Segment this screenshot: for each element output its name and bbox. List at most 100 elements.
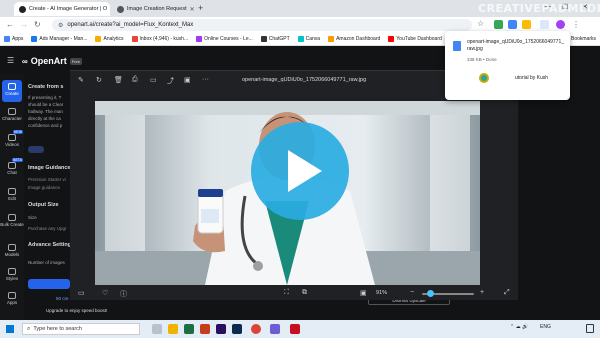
hamburger-icon[interactable]: ☰ [7, 56, 14, 65]
open-folder-icon[interactable] [479, 73, 489, 83]
bookmark-apps[interactable]: Apps [4, 36, 23, 42]
delete-icon[interactable]: 🗑 [114, 76, 123, 84]
extension-icon[interactable] [508, 20, 517, 29]
bookmark-item[interactable]: ChatGPT [260, 36, 290, 42]
favorite-icon[interactable]: ♡ [102, 289, 108, 297]
zoom-level[interactable]: 91% [376, 290, 387, 296]
edit-icon [8, 188, 16, 195]
notifications-icon[interactable] [586, 324, 594, 333]
input-language[interactable]: ENG [540, 324, 551, 330]
zoom-in-icon[interactable]: + [480, 289, 484, 296]
bookmark-item[interactable]: Amazon Dashboard [328, 36, 380, 42]
download-status: 338 KB • Done [467, 57, 497, 62]
nav-bulk-create[interactable]: Bulk Create [0, 214, 24, 227]
download-icon[interactable] [540, 20, 549, 29]
play-button[interactable] [251, 122, 349, 220]
openart-logo[interactable]: ∞ OpenArt Free [22, 56, 82, 66]
close-tab-icon[interactable]: ✕ [190, 6, 195, 13]
download-popup: openart-image_qUDiU0o_1752066049771_raw.… [445, 31, 570, 100]
nav-edit[interactable]: Edit [0, 188, 24, 201]
new-badge: NEW [12, 130, 23, 134]
nav-chat[interactable]: BETA Chat [0, 158, 24, 175]
prompt-box[interactable]: If presenting it, T should be a Clear ha… [28, 94, 72, 144]
extension-icon[interactable] [494, 20, 503, 29]
powerpoint-icon[interactable] [200, 324, 210, 334]
play-icon [288, 150, 322, 192]
left-nav: Create Character NEW Videos BETA Chat Edit… [0, 74, 24, 320]
nav-videos[interactable]: NEW Videos [0, 130, 24, 147]
bulk-create-icon [8, 214, 16, 221]
output-size-title: Output Size [28, 202, 59, 208]
url-text: openart.ai/create?ai_model=Flux_Kontext_… [67, 22, 194, 28]
folder-icon[interactable]: ▭ [150, 76, 157, 84]
more-icon[interactable]: ··· [202, 76, 209, 83]
windows-start-icon[interactable] [6, 325, 14, 333]
upgrade-text[interactable]: Upgrade to enjoy speed boost! [46, 308, 107, 313]
tray-icons[interactable]: ⌃ ☁ 🔊 [510, 324, 528, 330]
filmstrip-icon[interactable]: ▭ [78, 289, 85, 297]
site-info-icon[interactable]: ⚙ [58, 22, 63, 29]
tab-image-request[interactable]: Image Creation Request ✕ [112, 2, 196, 16]
bookmark-item[interactable]: Inbox (4,946) - kush... [131, 36, 188, 42]
print-icon[interactable]: ⎙ [132, 76, 138, 84]
apps-grid-icon [4, 36, 10, 42]
zoom-out-icon[interactable]: − [410, 289, 414, 296]
nav-create[interactable]: Create [2, 80, 22, 102]
bookmark-item[interactable]: Analytics [95, 36, 124, 42]
rotate-icon[interactable]: ↻ [96, 76, 102, 84]
back-icon[interactable]: ← [6, 20, 14, 29]
excel-icon[interactable] [184, 324, 194, 334]
info-icon[interactable]: ⓘ [120, 289, 127, 299]
chatgpt-icon [260, 36, 267, 42]
num-images-label: Number of images [28, 260, 65, 265]
forward-icon[interactable]: → [20, 20, 28, 29]
prompt-toggle[interactable] [28, 146, 44, 153]
zoom-slider-thumb[interactable] [427, 290, 434, 297]
bookmark-item[interactable]: YouTube Dashboard [388, 36, 442, 42]
file-explorer-icon[interactable] [168, 324, 178, 334]
slideshow-icon[interactable]: ▣ [184, 76, 191, 84]
edit-icon[interactable]: ✎ [78, 76, 84, 84]
download-file-name[interactable]: openart-image_qUDiU0o_1752066049771_raw.… [467, 39, 565, 52]
new-tab-icon[interactable]: + [198, 3, 203, 13]
fullscreen-icon[interactable]: ⤢ [504, 289, 510, 297]
chrome-icon[interactable] [251, 324, 261, 334]
app-red-icon[interactable] [290, 324, 300, 334]
image-guidance-desc: Precision Starter vi Image guidance [28, 177, 66, 190]
tab-openart[interactable]: Create - AI Image Generator | O ✕ [14, 2, 110, 16]
share-icon[interactable]: ⤴ [167, 76, 174, 86]
crop-icon[interactable]: ⛶ [284, 289, 289, 297]
url-field[interactable]: ⚙ openart.ai/create?ai_model=Flux_Kontex… [52, 19, 472, 31]
chat-icon [8, 162, 16, 169]
bookmark-item[interactable]: Canva [297, 36, 320, 42]
bookmark-item[interactable]: Ads Manager - Man... [31, 36, 87, 42]
bookmark-star-icon[interactable]: ☆ [477, 19, 484, 28]
menu-icon[interactable]: ⋮ [572, 20, 580, 29]
watermark: CREATIVEPADMEDIA [478, 2, 600, 15]
videos-icon [8, 134, 16, 141]
plan-badge: Free [69, 57, 82, 65]
extension-icon[interactable] [522, 20, 531, 29]
models-icon [8, 244, 16, 251]
task-view-icon[interactable] [152, 324, 162, 334]
profile-avatar[interactable] [556, 20, 565, 29]
nav-models[interactable]: Models [0, 244, 24, 257]
search-icon: ⌕ [27, 325, 31, 332]
premiere-icon[interactable] [216, 324, 226, 334]
taskbar-search[interactable]: ⌕ Type here to search [22, 323, 140, 335]
photoshop-icon[interactable] [232, 324, 242, 334]
viewer-title: openart-image_qUDiU0o_1752066049771_raw.… [242, 77, 367, 83]
image-size-icon[interactable]: ▣ [360, 289, 367, 297]
tab-title: Create - AI Image Generator | O [29, 6, 108, 12]
bookmark-item[interactable]: Online Courses - Le... [196, 36, 253, 42]
nav-character[interactable]: Character [0, 108, 24, 121]
reload-icon[interactable]: ↻ [34, 20, 41, 29]
nav-styles[interactable]: Styles [0, 268, 24, 281]
search-placeholder: Type here to search [33, 326, 82, 332]
tab-title: Image Creation Request [127, 6, 187, 12]
ocr-icon[interactable]: ⧉ [302, 289, 307, 297]
generate-button[interactable] [28, 279, 70, 289]
create-section-title: Create from s [28, 84, 64, 90]
nav-apps[interactable]: Apps [0, 292, 24, 305]
photos-icon[interactable] [270, 324, 280, 334]
